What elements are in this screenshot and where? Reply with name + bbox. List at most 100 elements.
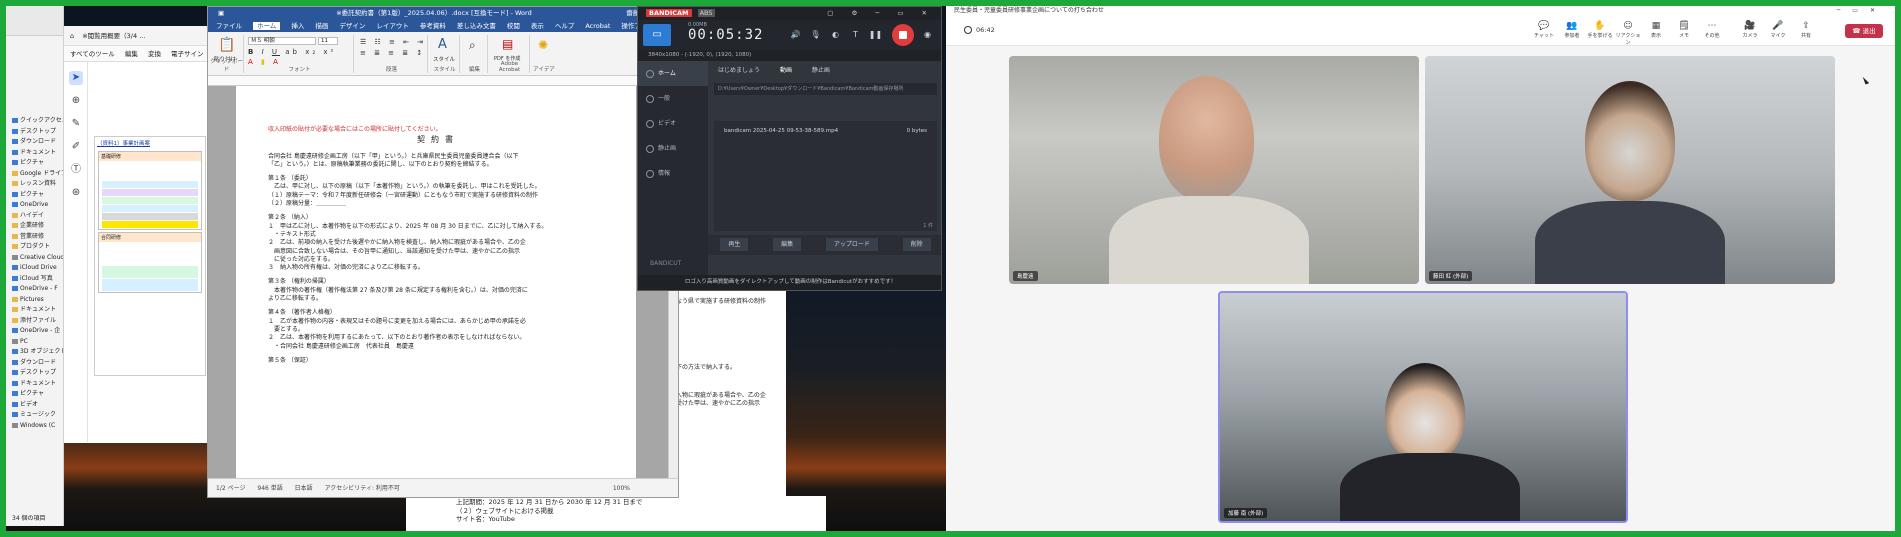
- explorer-nav-item[interactable]: ピクチャ: [6, 158, 63, 169]
- explorer-nav-item[interactable]: デスクトップ: [6, 127, 63, 138]
- explorer-nav-item[interactable]: ピクチャ: [6, 389, 63, 400]
- ribbon-tab[interactable]: ヘルプ: [555, 22, 575, 30]
- explorer-nav-item[interactable]: ビデオ: [6, 400, 63, 411]
- webcam-icon[interactable]: ◐: [828, 27, 843, 42]
- font-name-select[interactable]: ＭＳ 明朝: [248, 37, 316, 45]
- explorer-nav-item[interactable]: OneDrive - 企: [6, 326, 63, 337]
- menu-all-tools[interactable]: すべてのツール: [70, 50, 115, 58]
- find-icon[interactable]: ⌕: [469, 38, 476, 53]
- window-controls[interactable]: ▢ ⚙ ─ ▭ ✕: [827, 7, 935, 20]
- list-buttons[interactable]: ☰ ☷ ≡ ⇤ ⇥: [360, 38, 426, 46]
- styles-icon[interactable]: A: [438, 37, 447, 52]
- explorer-nav-item[interactable]: ドキュメント: [6, 148, 63, 159]
- pen-icon[interactable]: ✎: [69, 117, 83, 131]
- menu-convert[interactable]: 変換: [148, 50, 161, 58]
- explorer-nav-item[interactable]: ダウンロード: [6, 137, 63, 148]
- ribbon-tab[interactable]: 表示: [531, 22, 544, 30]
- word-save-icon[interactable]: ▣: [218, 9, 224, 17]
- more-button[interactable]: ⋯ その他: [1698, 20, 1726, 39]
- view-button[interactable]: ▦ 表示: [1642, 20, 1670, 39]
- video-tile[interactable]: 藤田 紅 (外部): [1425, 56, 1835, 284]
- explorer-nav-item[interactable]: レッスン資料: [6, 179, 63, 190]
- upload-button[interactable]: アップロード: [825, 238, 878, 251]
- zoom-level[interactable]: 100%: [613, 479, 630, 497]
- mic-button[interactable]: 🎤 マイク: [1764, 20, 1792, 39]
- select-pointer-icon[interactable]: ➤: [69, 71, 83, 85]
- paste-icon[interactable]: 📋: [218, 37, 235, 53]
- tab-image[interactable]: 静止画: [812, 67, 830, 74]
- explorer-nav-item[interactable]: プロダクト: [6, 242, 63, 253]
- ribbon-tab[interactable]: 校閲: [507, 22, 520, 30]
- menu-e-sign[interactable]: 電子サイン: [171, 50, 204, 58]
- menu-edit[interactable]: 編集: [125, 50, 138, 58]
- play-button[interactable]: 再生: [720, 238, 749, 251]
- ribbon-tab[interactable]: 参考資料: [420, 22, 446, 30]
- explorer-nav-item[interactable]: 営業研修: [6, 232, 63, 243]
- sidebar-item-home[interactable]: ホーム: [638, 61, 708, 86]
- meeting-window-controls[interactable]: ─▭✕: [1837, 6, 1887, 16]
- zoom-icon[interactable]: ⊕: [69, 94, 83, 108]
- acrobat-tab[interactable]: ⌂ ※閲覧用概要（3/4 ...: [64, 26, 211, 46]
- screenshot-icon[interactable]: ◉: [920, 27, 935, 42]
- explorer-nav-item[interactable]: ドキュメント: [6, 305, 63, 316]
- sidebar-item-image[interactable]: 静止画: [638, 136, 708, 161]
- explorer-nav-item[interactable]: iCloud 写真: [6, 274, 63, 285]
- explorer-nav-item[interactable]: Creative Cloud: [6, 253, 63, 264]
- ribbon-tab[interactable]: 挿入: [291, 22, 304, 30]
- explorer-nav-item[interactable]: デスクトップ: [6, 368, 63, 379]
- ribbon-tab[interactable]: ホーム: [253, 22, 281, 30]
- stop-record-button[interactable]: [892, 24, 914, 46]
- raise-hand-button[interactable]: ✋ 手を挙げる: [1586, 20, 1614, 39]
- sidebar-item-about[interactable]: 情報: [638, 161, 708, 186]
- ideas-icon[interactable]: ✺: [538, 38, 548, 52]
- explorer-nav-item[interactable]: Pictures: [6, 295, 63, 306]
- text-box-icon[interactable]: Ⓣ: [69, 163, 83, 177]
- explorer-nav-item[interactable]: OneDrive: [6, 200, 63, 211]
- explorer-nav-item[interactable]: クイックアクセス: [6, 116, 63, 127]
- sidebar-item-video[interactable]: ビデオ: [638, 111, 708, 136]
- font-format-buttons[interactable]: B I U ab x₂ x²: [248, 48, 336, 56]
- explorer-nav-item[interactable]: ハイデイ: [6, 211, 63, 222]
- ribbon-tab[interactable]: 描画: [315, 22, 328, 30]
- text-icon[interactable]: T: [848, 27, 863, 42]
- document-page[interactable]: 収入印紙の貼付が必要な場合にはこの場所に貼付してください。 契約書 合同会社 島…: [236, 86, 636, 480]
- screen-mode-button[interactable]: ▭: [643, 24, 671, 46]
- accessibility-status[interactable]: アクセシビリティ: 利用不可: [325, 485, 400, 492]
- explorer-nav-item[interactable]: 3D オブジェクト: [6, 347, 63, 358]
- reactions-button[interactable]: ☺ リアクション: [1614, 20, 1642, 46]
- recording-file-row[interactable]: bandicam 2025-04-25 09-53-38-589.mp4 0 b…: [720, 125, 931, 137]
- ribbon-tab[interactable]: ファイル: [216, 22, 242, 30]
- explorer-nav-item[interactable]: 添付ファイル: [6, 316, 63, 327]
- explorer-nav-item[interactable]: ピクチャ: [6, 190, 63, 201]
- highlight-icon[interactable]: ✐: [69, 140, 83, 154]
- participants-button[interactable]: 👥 参加者: [1558, 20, 1586, 39]
- ribbon-tab[interactable]: デザイン: [339, 22, 365, 30]
- mic-icon[interactable]: 🎙: [808, 27, 823, 42]
- ribbon-tab[interactable]: Acrobat: [585, 22, 610, 30]
- tab-video[interactable]: 動画: [780, 67, 792, 74]
- output-folder-path[interactable]: D:¥Users¥Owner¥Desktop¥ダウンロード¥Bandicam¥B…: [714, 83, 937, 95]
- ribbon-tab[interactable]: レイアウト: [376, 22, 409, 30]
- video-tile-active-speaker[interactable]: 加藤 南 (外部): [1218, 291, 1628, 523]
- bandicut-brand[interactable]: BANDICUT: [650, 260, 681, 267]
- ribbon-tab[interactable]: 差し込み文書: [457, 22, 496, 30]
- pause-icon[interactable]: ❚❚: [868, 27, 883, 42]
- page-count[interactable]: 1/2 ページ: [216, 485, 245, 492]
- notes-button[interactable]: 🗒 メモ: [1670, 20, 1698, 39]
- explorer-nav-item[interactable]: 企業研修: [6, 221, 63, 232]
- create-pdf-icon[interactable]: ▤: [502, 37, 513, 51]
- word-count[interactable]: 946 単語: [257, 485, 282, 492]
- sidebar-item-general[interactable]: 一般: [638, 86, 708, 111]
- align-buttons[interactable]: ≡ ≣ ≡ ≣ ↕: [360, 49, 425, 57]
- explorer-nav-item[interactable]: Windows (C: [6, 421, 63, 432]
- explorer-nav-item[interactable]: Google ドライブ: [6, 169, 63, 180]
- home-icon[interactable]: ⌂: [70, 32, 74, 40]
- explorer-nav-item[interactable]: OneDrive - F: [6, 284, 63, 295]
- explorer-nav-item[interactable]: ドキュメント: [6, 379, 63, 390]
- explorer-nav-item[interactable]: PC: [6, 337, 63, 348]
- leave-button[interactable]: ☎ 退出: [1845, 24, 1883, 38]
- chat-button[interactable]: 💬 チャット: [1530, 20, 1558, 39]
- explorer-nav-item[interactable]: iCloud Drive: [6, 263, 63, 274]
- font-size-select[interactable]: 11: [318, 37, 338, 45]
- explorer-nav-item[interactable]: ダウンロード: [6, 358, 63, 369]
